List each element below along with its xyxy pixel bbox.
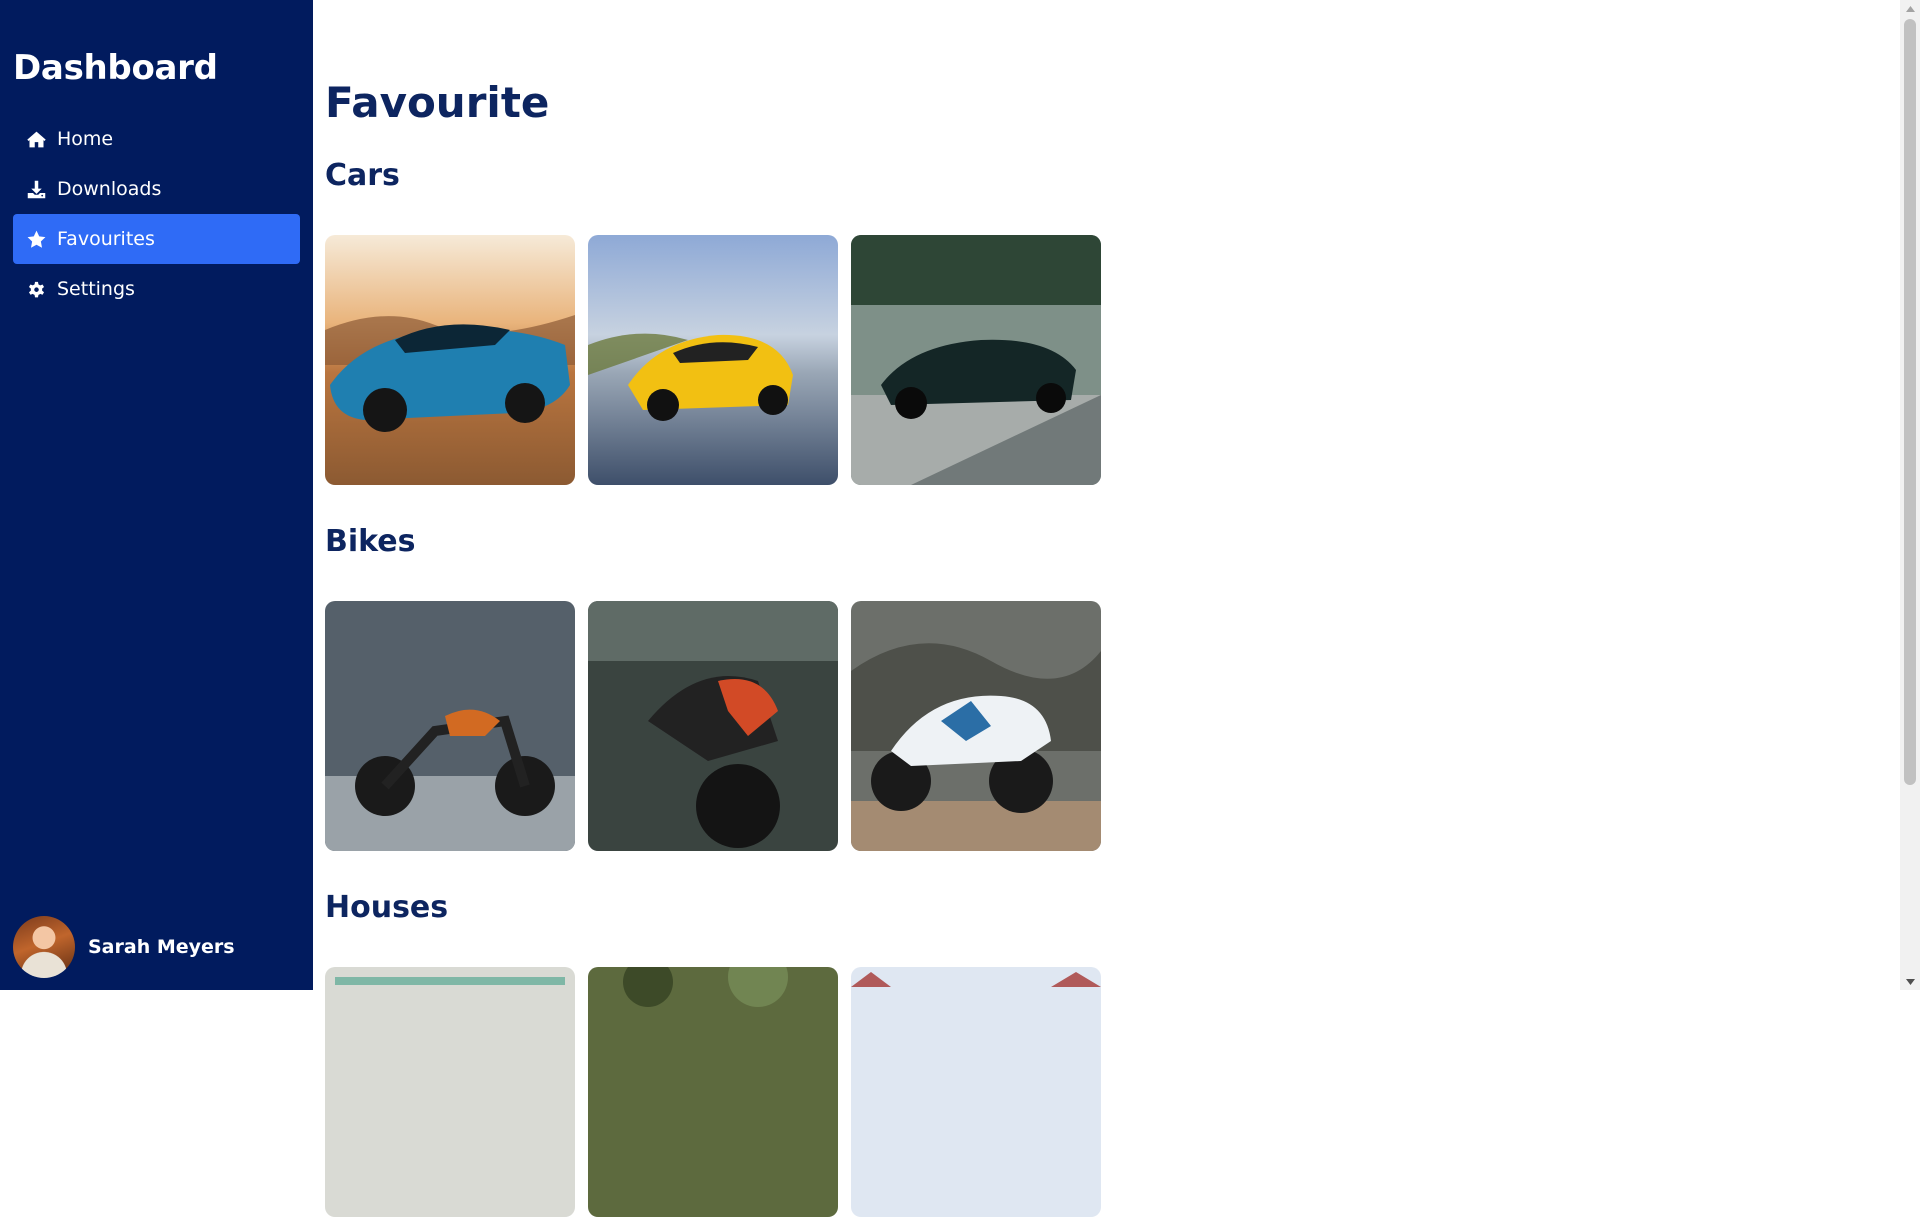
sidebar-item-label: Home bbox=[57, 128, 114, 150]
user-profile[interactable]: Sarah Meyers bbox=[13, 916, 235, 978]
avatar bbox=[13, 916, 75, 978]
car-image bbox=[588, 235, 838, 485]
motorcycle-image bbox=[588, 601, 838, 851]
motorcycle-image bbox=[325, 601, 575, 851]
section-title-bikes: Bikes bbox=[325, 524, 416, 559]
image-card[interactable] bbox=[588, 967, 838, 1217]
page-title: Favourite bbox=[325, 78, 550, 127]
scroll-down-arrow-icon[interactable] bbox=[1900, 973, 1920, 990]
house-image bbox=[588, 967, 838, 1217]
image-card[interactable] bbox=[588, 235, 838, 485]
sidebar-item-downloads[interactable]: Downloads bbox=[13, 164, 300, 214]
gear-icon bbox=[25, 278, 47, 300]
image-grid-cars bbox=[325, 235, 1101, 485]
motorcycle-image bbox=[851, 601, 1101, 851]
sidebar-title: Dashboard bbox=[13, 48, 218, 88]
profile-name: Sarah Meyers bbox=[88, 936, 235, 958]
sidebar-nav: Home Downloads Favourites Settings bbox=[13, 114, 300, 314]
sidebar-item-home[interactable]: Home bbox=[13, 114, 300, 164]
sidebar: Dashboard Home Downloads Favourites Sett… bbox=[0, 0, 313, 990]
image-card[interactable] bbox=[851, 235, 1101, 485]
sidebar-item-label: Downloads bbox=[57, 178, 162, 200]
house-image bbox=[325, 967, 575, 1217]
car-image bbox=[851, 235, 1101, 485]
car-image bbox=[325, 235, 575, 485]
section-title-cars: Cars bbox=[325, 158, 400, 193]
image-card[interactable] bbox=[851, 967, 1101, 1217]
scroll-up-arrow-icon[interactable] bbox=[1900, 0, 1920, 17]
star-icon bbox=[25, 228, 47, 250]
image-card[interactable] bbox=[325, 235, 575, 485]
sidebar-item-favourites[interactable]: Favourites bbox=[13, 214, 300, 264]
download-icon bbox=[25, 178, 47, 200]
sidebar-item-label: Settings bbox=[57, 278, 135, 300]
home-icon bbox=[25, 128, 47, 150]
image-grid-houses bbox=[325, 967, 1101, 1217]
scrollbar[interactable] bbox=[1900, 0, 1920, 990]
image-card[interactable] bbox=[325, 601, 575, 851]
image-card[interactable] bbox=[325, 967, 575, 1217]
sidebar-item-settings[interactable]: Settings bbox=[13, 264, 300, 314]
image-card[interactable] bbox=[851, 601, 1101, 851]
image-card[interactable] bbox=[588, 601, 838, 851]
image-grid-bikes bbox=[325, 601, 1101, 851]
scrollbar-thumb[interactable] bbox=[1904, 19, 1916, 785]
sidebar-item-label: Favourites bbox=[57, 228, 155, 250]
section-title-houses: Houses bbox=[325, 890, 449, 925]
house-image bbox=[851, 967, 1101, 1217]
